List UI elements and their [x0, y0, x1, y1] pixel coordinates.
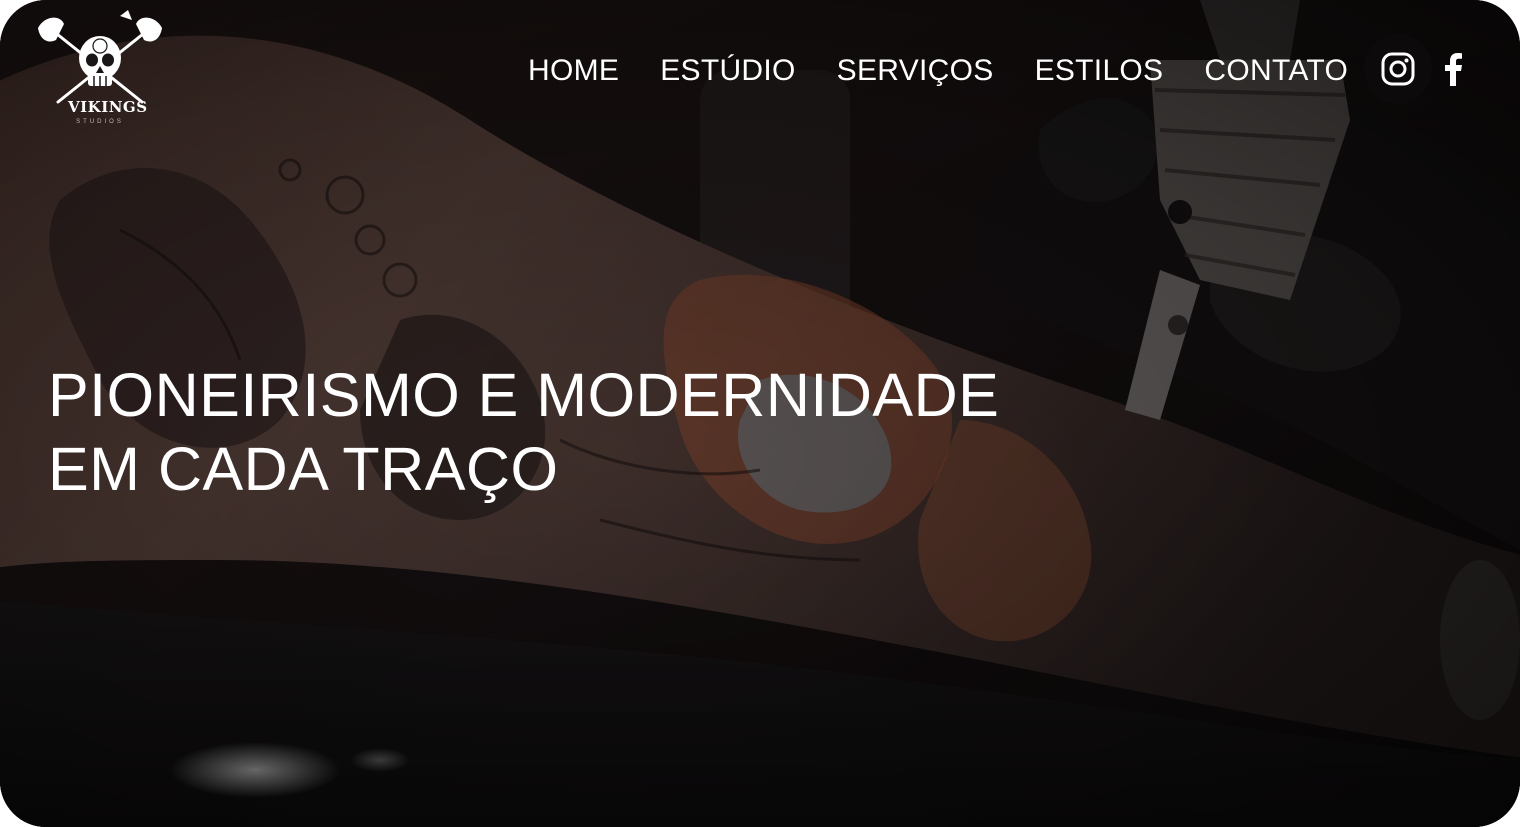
hero-headline-line-2: EM CADA TRAÇO	[48, 435, 559, 503]
brand-name: VIKINGS	[68, 98, 148, 116]
nav-link-servicos[interactable]: SERVIÇOS	[837, 52, 994, 90]
social-links	[1364, 34, 1472, 104]
nav-link-estilos[interactable]: ESTILOS	[1035, 52, 1164, 90]
instagram-link[interactable]	[1364, 34, 1432, 104]
hero-headline-line-1: PIONEIRISMO E MODERNIDADE	[48, 361, 1000, 429]
facebook-icon	[1445, 53, 1462, 86]
nav-link-contato[interactable]: CONTATO	[1204, 52, 1348, 90]
brand-logo[interactable]: VIKINGS STUDIOS	[30, 10, 170, 132]
main-navigation: HOME ESTÚDIO SERVIÇOS ESTILOS CONTATO	[528, 52, 1348, 90]
instagram-icon	[1381, 52, 1415, 86]
hero-headline: PIONEIRISMO E MODERNIDADE EM CADA TRAÇO	[48, 358, 999, 506]
nav-link-estudio[interactable]: ESTÚDIO	[660, 52, 795, 90]
nav-link-home[interactable]: HOME	[528, 52, 619, 90]
hero-section: VIKINGS STUDIOS HOME ESTÚDIO SERVIÇOS ES…	[0, 0, 1520, 827]
facebook-link[interactable]	[1434, 34, 1472, 104]
brand-tagline: STUDIOS	[76, 119, 124, 125]
